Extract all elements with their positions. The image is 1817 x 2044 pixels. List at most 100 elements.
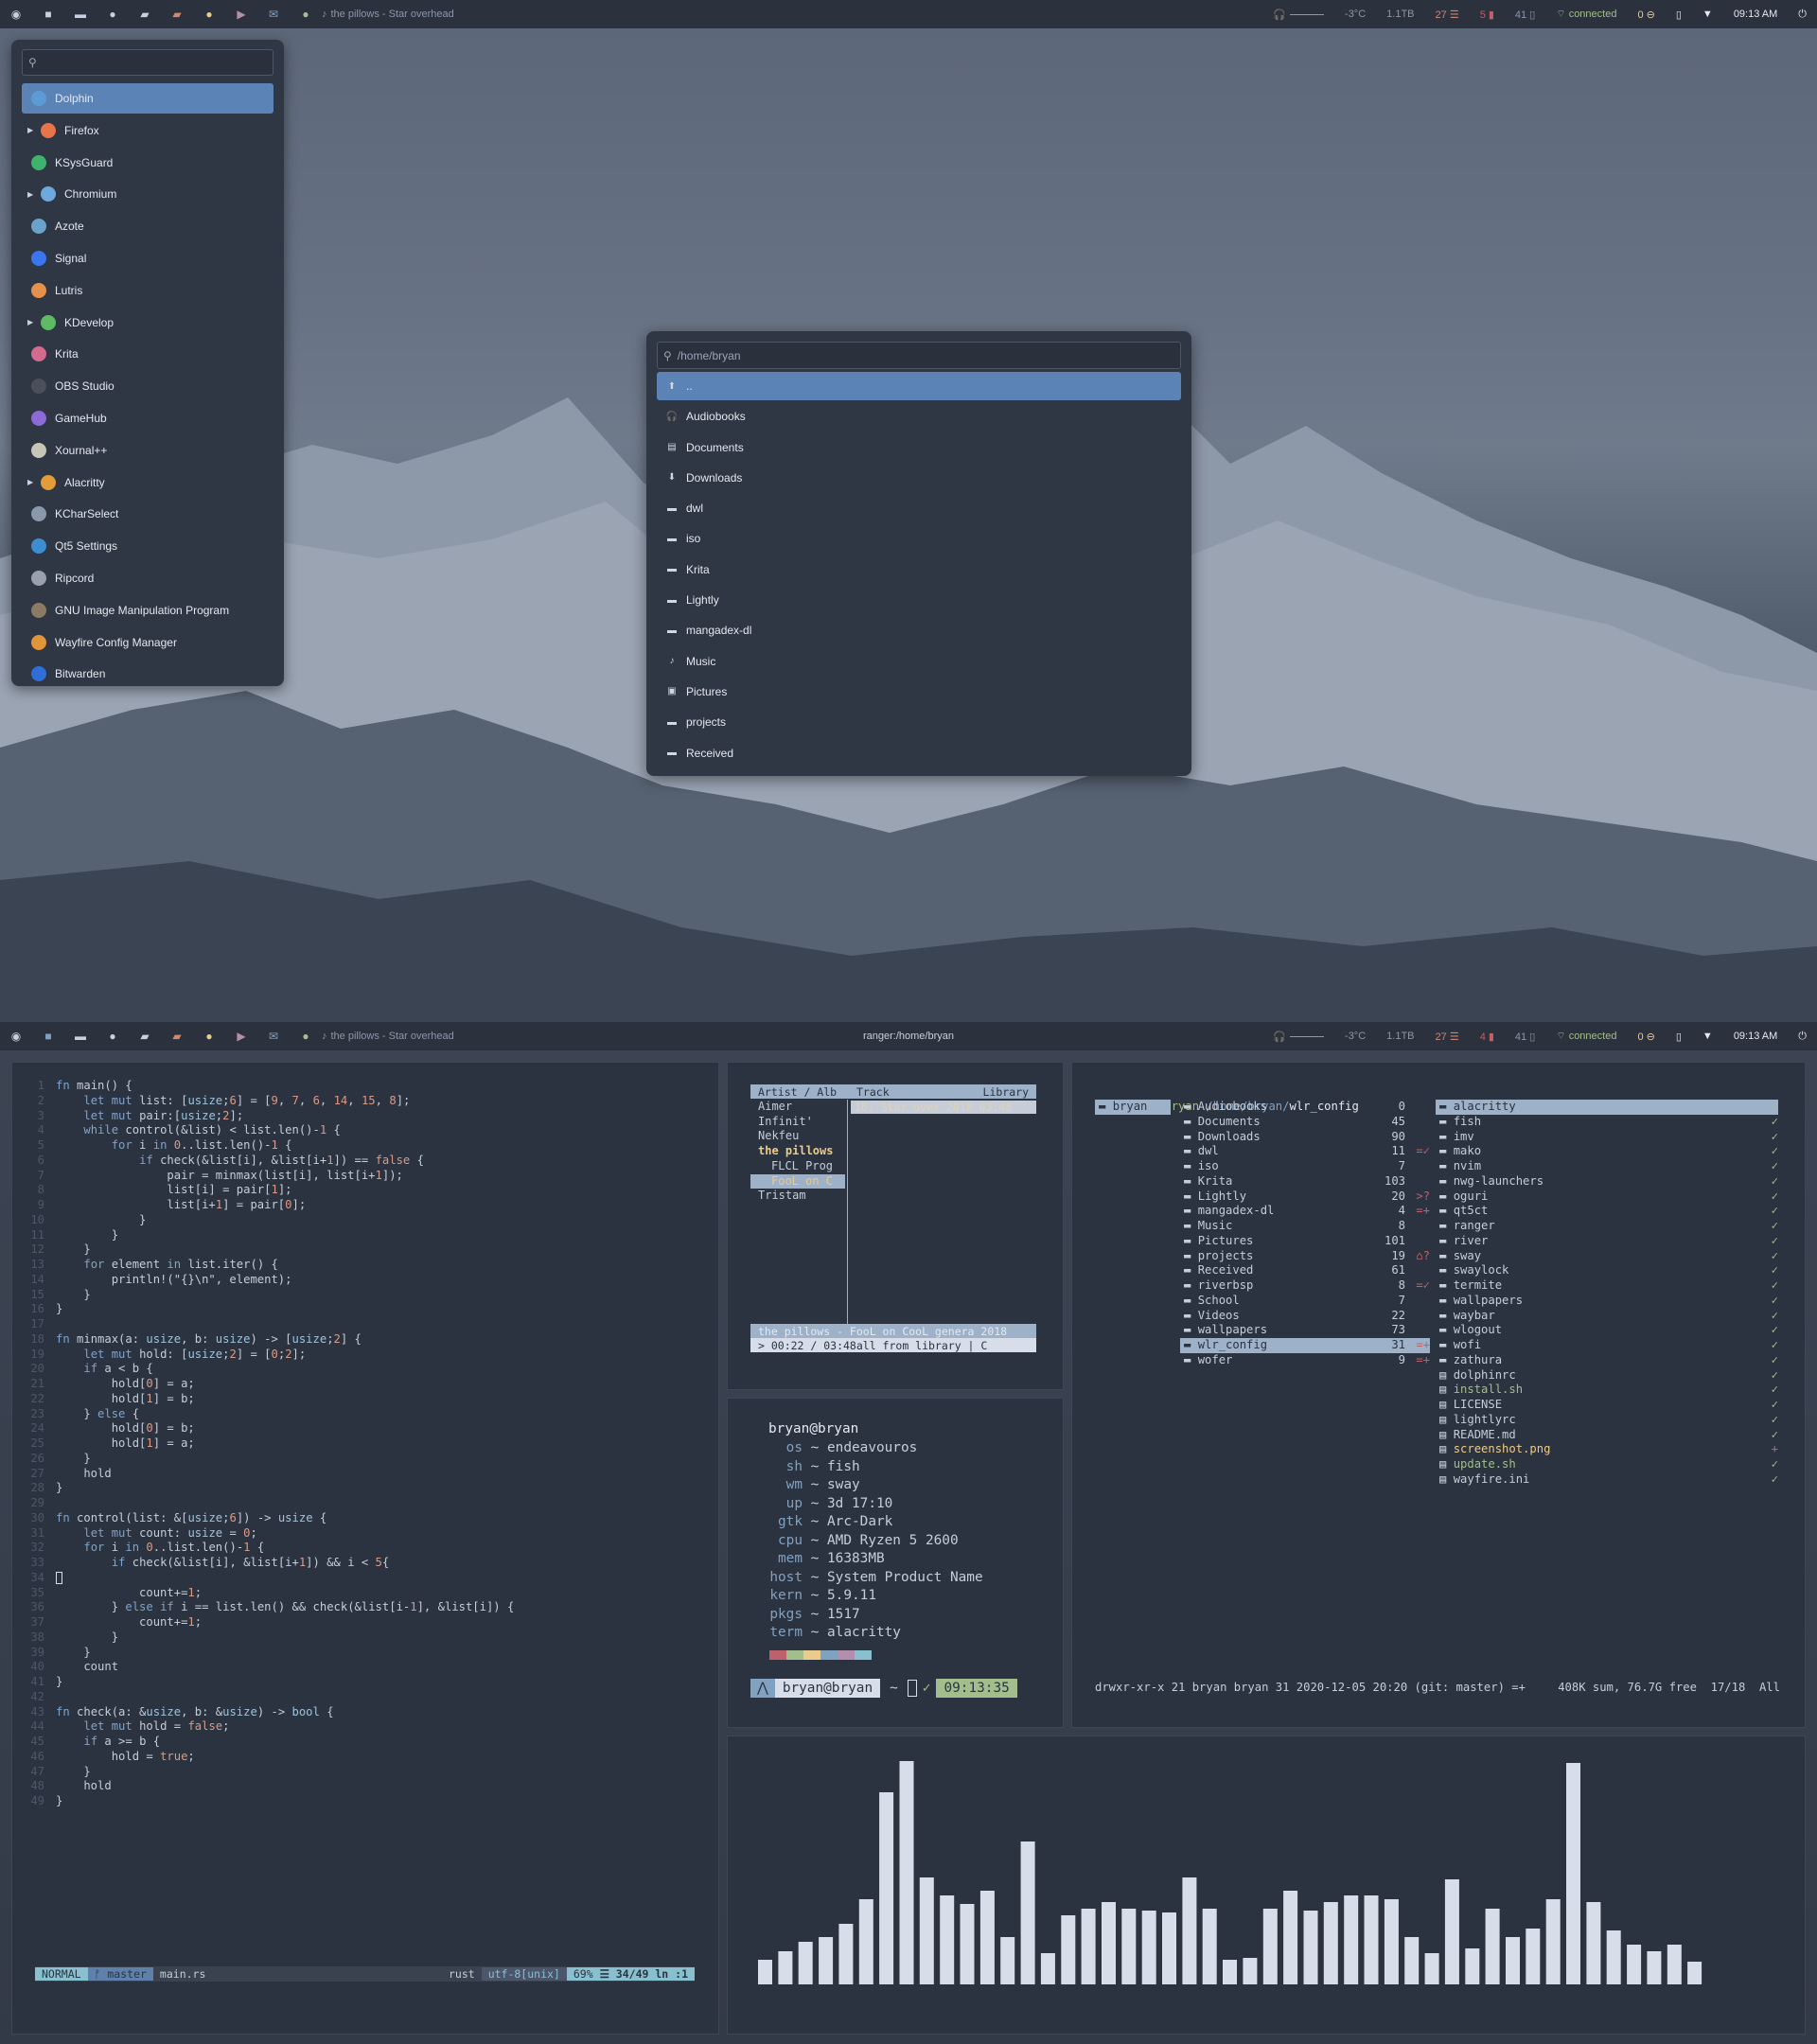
mail-icon[interactable]: ✉ [257, 8, 290, 21]
preview-row[interactable]: ▬ zathura ✓ [1436, 1353, 1778, 1368]
preview-row[interactable]: ▬ fish ✓ [1436, 1115, 1778, 1130]
now-playing-text[interactable]: the pillows - Star overhead [331, 9, 454, 20]
picker-item[interactable]: ▬ mangadex-dl [657, 616, 1181, 644]
directory-row[interactable]: ▬ riverbsp 8 =✓ [1180, 1278, 1430, 1294]
launcher-item[interactable]: KCharSelect [22, 499, 273, 529]
notification-count[interactable]: 0 ⊖ [1627, 1031, 1665, 1043]
power-icon[interactable]: ⏻ [1788, 1031, 1817, 1043]
preview-row[interactable]: ▤ wayfire.ini ✓ [1436, 1472, 1778, 1488]
launcher-item[interactable]: Azote [22, 211, 273, 241]
gamepad-icon[interactable]: ▰ [161, 8, 193, 21]
launcher-item[interactable]: Dolphin [22, 83, 273, 114]
directory-row[interactable]: ▬ projects 19 ⌂? [1180, 1249, 1430, 1264]
launcher-item[interactable]: GNU Image Manipulation Program [22, 595, 273, 626]
network-status[interactable]: ⌔ connected [1545, 1030, 1627, 1043]
launcher-item[interactable]: Bitwarden [22, 659, 273, 689]
notification-count[interactable]: 0 ⊖ [1627, 9, 1665, 21]
launcher-item[interactable]: Lutris [22, 275, 273, 306]
editor-terminal[interactable]: 1 fn main() {2 let mut list: [usize;6] = … [11, 1062, 719, 2035]
preview-row[interactable]: ▬ swaylock ✓ [1436, 1263, 1778, 1278]
preview-row[interactable]: ▬ oguri ✓ [1436, 1189, 1778, 1205]
directory-row[interactable]: ▬ wlr_config 31 =+ [1180, 1338, 1430, 1353]
launcher-item[interactable]: ▶ Chromium [22, 179, 273, 209]
artist-row[interactable]: Tristam [750, 1189, 845, 1204]
spotify-icon[interactable]: ● [290, 8, 322, 21]
preview-row[interactable]: ▬ termite ✓ [1436, 1278, 1778, 1294]
mail-icon[interactable]: ✉ [257, 1030, 290, 1043]
directory-row[interactable]: ▬ School 7 [1180, 1294, 1430, 1309]
spotify-icon[interactable]: ● [290, 1030, 322, 1043]
launcher-item[interactable]: Wayfire Config Manager [22, 627, 273, 658]
preview-row[interactable]: ▬ sway ✓ [1436, 1249, 1778, 1264]
launcher-item[interactable]: ▶ Alacritty [22, 467, 273, 498]
network-status[interactable]: ⌔ connected [1545, 8, 1627, 21]
reddit-icon[interactable]: ● [193, 1030, 225, 1043]
preview-row[interactable]: ▬ ranger ✓ [1436, 1219, 1778, 1234]
directory-row[interactable]: ▬ Received 61 [1180, 1263, 1430, 1278]
directory-row[interactable]: ▬ Audiobooks 0 [1180, 1100, 1430, 1115]
artist-row[interactable]: the pillows [750, 1144, 845, 1159]
workspace-1-icon[interactable]: ■ [32, 8, 64, 21]
launcher-item[interactable]: Krita [22, 339, 273, 369]
launcher-item[interactable]: ▶ Firefox [22, 115, 273, 146]
display-icon[interactable]: ▯ [1666, 9, 1692, 21]
directory-row[interactable]: ▬ Documents 45 [1180, 1115, 1430, 1130]
launcher-item[interactable]: Signal [22, 243, 273, 273]
track-row[interactable]: 16. Star over 2018 03:48 [851, 1101, 1036, 1114]
directory-row[interactable]: ▬ Videos 22 [1180, 1309, 1430, 1324]
workspace-message-icon[interactable]: ▰ [129, 1030, 161, 1043]
preview-row[interactable]: ▤ dolphinrc ✓ [1436, 1368, 1778, 1383]
picker-item[interactable]: ▣ Pictures [657, 678, 1181, 706]
directory-row[interactable]: ▬ wofer 9 =+ [1180, 1353, 1430, 1368]
music-player-terminal[interactable]: Artist / Alb Track Library Aimer Infinit'… [727, 1062, 1064, 1390]
workspace-1-icon[interactable]: ■ [32, 1030, 64, 1043]
directory-row[interactable]: ▬ Pictures 101 [1180, 1234, 1430, 1249]
expand-arrow-icon[interactable]: ▶ [27, 318, 33, 326]
preview-row[interactable]: ▬ waybar ✓ [1436, 1309, 1778, 1324]
workspace-chat-icon[interactable]: ● [97, 8, 129, 21]
picker-item[interactable]: ▬ Lightly [657, 586, 1181, 614]
preview-row[interactable]: ▤ screenshot.png + [1436, 1442, 1778, 1457]
picker-item[interactable]: ▬ dwl [657, 494, 1181, 522]
preview-list[interactable]: ▬ alacritty ✓ ▬ fish ✓ ▬ imv ✓ ▬ mako ✓ ▬ nvim ✓ ▬… [1436, 1100, 1778, 1488]
now-playing-text[interactable]: the pillows - Star overhead [331, 1031, 454, 1042]
artist-row[interactable]: Infinit' [750, 1115, 845, 1130]
arch-logo-icon[interactable]: ◉ [0, 1030, 32, 1043]
workspace-folder-icon[interactable]: ▬ [64, 1030, 97, 1043]
picker-item[interactable]: ♪ Music [657, 647, 1181, 676]
reddit-icon[interactable]: ● [193, 8, 225, 21]
workspace-folder-icon[interactable]: ▬ [64, 8, 97, 21]
artist-row[interactable]: Nekfeu [750, 1129, 845, 1144]
expand-arrow-icon[interactable]: ▶ [27, 190, 33, 199]
directory-row[interactable]: ▬ dwl 11 =✓ [1180, 1144, 1430, 1159]
preview-row[interactable]: ▤ LICENSE ✓ [1436, 1398, 1778, 1413]
launcher-item[interactable]: GameHub [22, 403, 273, 433]
picker-search-field[interactable]: ⚲ /home/bryan [657, 342, 1181, 369]
directory-row[interactable]: ▬ Lightly 20 >? [1180, 1189, 1430, 1205]
file-manager-terminal[interactable]: bryan@bryan /home/bryan/wlr_config ▬ bry… [1071, 1062, 1806, 1728]
picker-item[interactable]: ▬ Received [657, 739, 1181, 767]
wifi-icon[interactable]: ▼ [1692, 9, 1723, 20]
directory-row[interactable]: ▬ iso 7 [1180, 1159, 1430, 1174]
volume-control[interactable]: 🎧 [1262, 9, 1334, 21]
picker-item[interactable]: ▬ iso [657, 524, 1181, 553]
arch-logo-icon[interactable]: ◉ [0, 8, 32, 21]
power-icon[interactable]: ⏻ [1788, 9, 1817, 21]
workspace-message-icon[interactable]: ▰ [129, 8, 161, 21]
artist-row[interactable]: Aimer [750, 1100, 845, 1115]
preview-row[interactable]: ▬ alacritty ✓ [1436, 1100, 1778, 1115]
shell-prompt[interactable]: ⋀ bryan@bryan ~ ✓ 09:13:35 [750, 1679, 1017, 1698]
artist-list[interactable]: Aimer Infinit' Nekfeu the pillows FLCL Prog F… [750, 1100, 845, 1204]
picker-item[interactable]: 🎧 Audiobooks [657, 402, 1181, 431]
expand-arrow-icon[interactable]: ▶ [27, 478, 33, 486]
directory-row[interactable]: ▬ Downloads 90 [1180, 1130, 1430, 1145]
gamepad-icon[interactable]: ▰ [161, 1030, 193, 1043]
wifi-icon[interactable]: ▼ [1692, 1031, 1723, 1042]
workspace-chat-icon[interactable]: ● [97, 1030, 129, 1043]
fetch-terminal[interactable]: bryan@bryan os ~ endeavouros sh ~ fish wm … [727, 1398, 1064, 1728]
preview-row[interactable]: ▬ qt5ct ✓ [1436, 1204, 1778, 1219]
directory-row[interactable]: ▬ Music 8 [1180, 1219, 1430, 1234]
launcher-item[interactable]: Xournal++ [22, 435, 273, 466]
code-buffer[interactable]: 1 fn main() {2 let mut list: [usize;6] = … [12, 1063, 718, 1809]
preview-row[interactable]: ▬ imv ✓ [1436, 1130, 1778, 1145]
